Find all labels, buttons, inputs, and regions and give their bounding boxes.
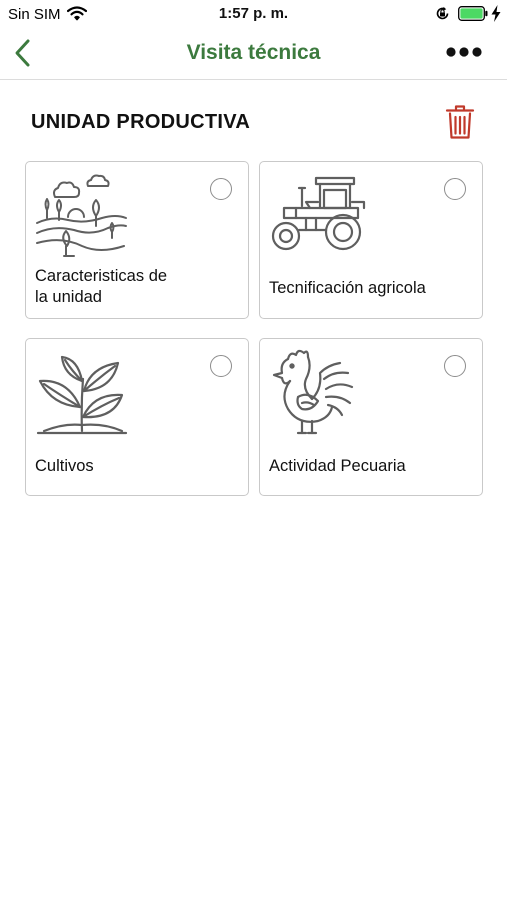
card-radio[interactable] bbox=[210, 355, 232, 377]
rooster-icon bbox=[272, 349, 354, 435]
status-time: 1:57 p. m. bbox=[218, 5, 289, 22]
card-caracteristicas-unidad[interactable]: Caracteristicas de la unidad bbox=[25, 161, 249, 319]
landscape-icon bbox=[36, 174, 127, 257]
card-label: Cultivos bbox=[35, 457, 94, 475]
charging-icon bbox=[491, 5, 501, 22]
card-radio[interactable] bbox=[444, 355, 466, 377]
page-title: Visita técnica bbox=[186, 41, 321, 64]
section-title: UNIDAD PRODUCTIVA bbox=[31, 111, 251, 133]
card-label: Caracteristicas de la unidad bbox=[35, 267, 168, 306]
delete-button[interactable] bbox=[445, 104, 475, 140]
status-bar: Sin SIM 1:57 p. m. bbox=[0, 0, 507, 28]
card-radio[interactable] bbox=[210, 178, 232, 200]
card-label: Actividad Pecuaria bbox=[269, 457, 406, 475]
card-actividad-pecuaria[interactable]: Actividad Pecuaria bbox=[259, 338, 483, 496]
tractor-icon bbox=[271, 176, 366, 251]
plant-icon bbox=[36, 355, 128, 435]
card-cultivos[interactable]: Cultivos bbox=[25, 338, 249, 496]
more-options-button[interactable] bbox=[444, 42, 484, 62]
card-tecnificacion-agricola[interactable]: Tecnificación agricola bbox=[259, 161, 483, 319]
navigation-bar: Visita técnica bbox=[0, 28, 507, 80]
card-label: Tecnificación agricola bbox=[269, 279, 426, 297]
orientation-lock-icon bbox=[436, 6, 449, 20]
trash-icon bbox=[445, 105, 475, 139]
back-button[interactable] bbox=[10, 38, 38, 68]
battery-icon bbox=[458, 6, 488, 21]
card-radio[interactable] bbox=[444, 178, 466, 200]
